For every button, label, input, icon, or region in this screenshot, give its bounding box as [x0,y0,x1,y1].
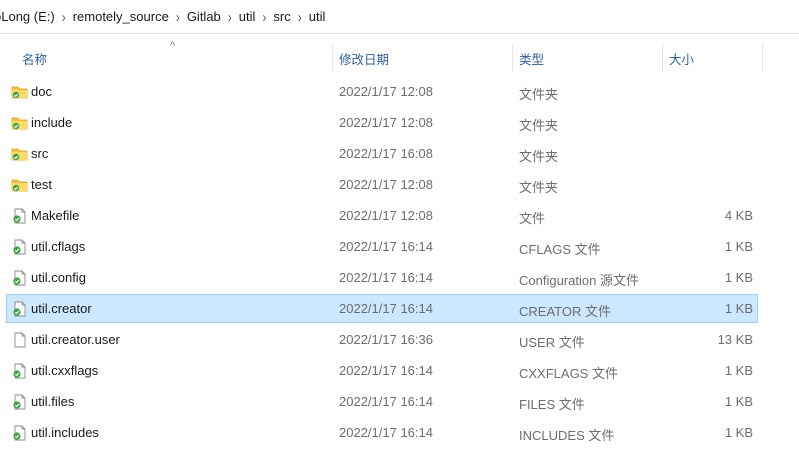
column-header-type[interactable]: 类型 [519,44,661,72]
list-item[interactable]: util.files 2022/1/17 16:14 FILES 文件 1 KB [6,387,758,416]
file-size: 1 KB [724,363,753,378]
file-size: 1 KB [724,394,753,409]
file-name[interactable]: doc [31,84,52,99]
list-item[interactable]: Makefile 2022/1/17 12:08 文件 4 KB [6,201,758,230]
list-item[interactable]: doc 2022/1/17 12:08 文件夹 [6,77,758,106]
folder-icon [11,115,28,131]
chevron-right-icon[interactable]: › [56,8,72,25]
breadcrumb: oLong (E:) › remotely_source › Gitlab › … [0,0,799,34]
file-date: 2022/1/17 12:08 [339,208,433,223]
file-type: 文件 [519,211,546,226]
file-size: 1 KB [724,270,753,285]
column-header-size[interactable]: 大小 [669,44,761,72]
folder-icon [11,177,28,193]
file-date: 2022/1/17 12:08 [339,177,433,192]
file-date: 2022/1/17 12:08 [339,115,433,130]
file-type: INCLUDES 文件 [519,428,615,443]
column-divider[interactable] [662,44,663,72]
file-green-icon [11,363,28,379]
file-type: 文件夹 [519,180,559,195]
chevron-right-icon[interactable]: › [222,8,238,25]
file-date: 2022/1/17 16:14 [339,301,433,316]
column-divider[interactable] [762,44,763,72]
file-green-icon [11,208,28,224]
chevron-right-icon[interactable]: › [292,8,308,25]
folder-icon [11,146,28,162]
folder-icon [11,84,28,100]
file-type: CFLAGS 文件 [519,242,601,257]
list-item[interactable]: util.creator 2022/1/17 16:14 CREATOR 文件 1 K… [6,294,758,323]
file-green-icon [11,425,28,441]
file-type: Configuration 源文件 [519,273,639,288]
chevron-right-icon[interactable]: › [256,8,272,25]
column-header-name-label: 名称 [22,52,48,67]
file-name[interactable]: util.cflags [31,239,85,254]
chevron-right-icon[interactable]: › [170,8,186,25]
file-name[interactable]: include [31,115,72,130]
file-date: 2022/1/17 16:14 [339,270,433,285]
file-name[interactable]: util.includes [31,425,99,440]
file-green-icon [11,270,28,286]
file-name[interactable]: src [31,146,48,161]
breadcrumb-gitlab[interactable]: Gitlab [186,9,222,24]
file-name[interactable]: util.cxxflags [31,363,98,378]
list-item[interactable]: util.creator.user 2022/1/17 16:36 USER 文件 1… [6,325,758,354]
file-size: 1 KB [724,425,753,440]
breadcrumb-util[interactable]: util [238,9,257,24]
column-divider[interactable] [512,44,513,72]
breadcrumb-src[interactable]: src [272,9,291,24]
file-name[interactable]: test [31,177,52,192]
list-item[interactable]: util.cflags 2022/1/17 16:14 CFLAGS 文件 1 KB [6,232,758,261]
file-size: 1 KB [724,239,753,254]
list-item[interactable]: src 2022/1/17 16:08 文件夹 [6,139,758,168]
file-size: 13 KB [717,332,753,347]
list-item[interactable]: util.includes 2022/1/17 16:14 INCLUDES 文件 1… [6,418,758,447]
file-date: 2022/1/17 16:14 [339,363,433,378]
file-date: 2022/1/17 16:36 [339,332,433,347]
breadcrumb-drive[interactable]: oLong (E:) [0,9,56,24]
file-type: FILES 文件 [519,397,585,412]
breadcrumb-util-current[interactable]: util [308,9,327,24]
file-green-icon [11,301,28,317]
file-date: 2022/1/17 16:08 [339,146,433,161]
file-date: 2022/1/17 16:14 [339,425,433,440]
breadcrumb-remotely-source[interactable]: remotely_source [72,9,170,24]
file-name[interactable]: util.config [31,270,86,285]
file-green-icon [11,239,28,255]
file-type: CXXFLAGS 文件 [519,366,618,381]
list-item[interactable]: util.config 2022/1/17 16:14 Configuration … [6,263,758,292]
file-blank-icon [11,332,28,348]
file-type: CREATOR 文件 [519,304,611,319]
file-date: 2022/1/17 16:14 [339,394,433,409]
file-type: 文件夹 [519,149,559,164]
file-type: 文件夹 [519,87,559,102]
list-item[interactable]: util.cxxflags 2022/1/17 16:14 CXXFLAGS 文件 1… [6,356,758,385]
list-item[interactable]: include 2022/1/17 12:08 文件夹 [6,108,758,137]
column-header-size-label: 大小 [669,52,695,67]
file-size: 1 KB [724,301,753,316]
file-date: 2022/1/17 12:08 [339,84,433,99]
column-header-date[interactable]: 修改日期 [339,44,511,72]
file-name[interactable]: util.files [31,394,74,409]
file-type: 文件夹 [519,118,559,133]
file-name[interactable]: Makefile [31,208,79,223]
file-name[interactable]: util.creator.user [31,332,120,347]
file-name[interactable]: util.creator [31,301,92,316]
column-header-date-label: 修改日期 [339,52,390,67]
file-green-icon [11,394,28,410]
column-divider[interactable] [332,44,333,72]
column-header-type-label: 类型 [519,52,545,67]
file-date: 2022/1/17 16:14 [339,239,433,254]
column-header-name[interactable]: 名称 [22,44,332,72]
list-item[interactable]: test 2022/1/17 12:08 文件夹 [6,170,758,199]
file-size: 4 KB [724,208,753,223]
file-type: USER 文件 [519,335,585,350]
